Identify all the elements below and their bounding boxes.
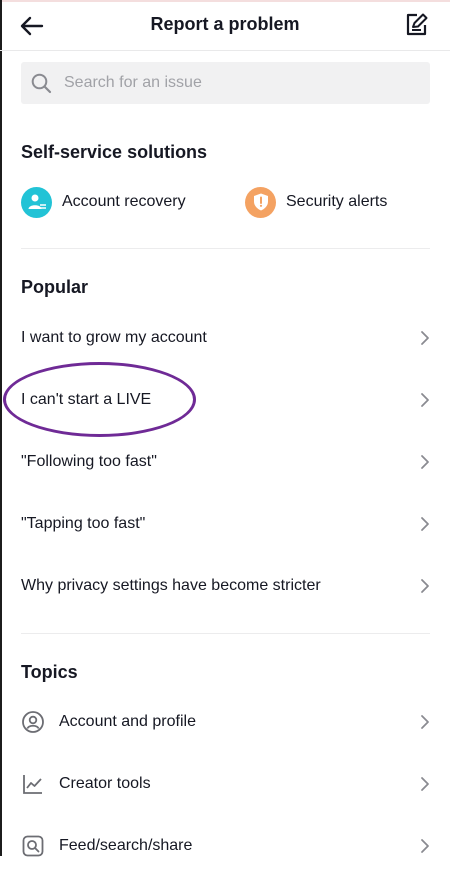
topic-item-creator-tools[interactable]: Creator tools [0,759,450,809]
popular-item-grow-account[interactable]: I want to grow my account [0,313,450,363]
chevron-right-icon [421,579,429,593]
search-input[interactable] [62,73,406,93]
edit-report-icon[interactable] [404,12,430,38]
header-divider [0,50,450,51]
account-recovery-icon [21,186,52,218]
popular-heading: Popular [21,277,89,297]
list-item-label: I want to grow my account [21,329,207,346]
security-shield-icon [245,186,276,218]
list-item-label: Why privacy settings have become stricte… [21,577,321,594]
chevron-right-icon [421,715,429,729]
section-divider [21,248,430,249]
chevron-right-icon [421,455,429,469]
user-circle-icon [22,711,44,733]
search-box-icon [22,835,44,857]
popular-item-privacy-settings[interactable]: Why privacy settings have become stricte… [0,561,450,611]
search-bar[interactable] [21,62,430,104]
popular-item-cant-start-live[interactable]: I can't start a LIVE [0,375,450,425]
account-recovery-label: Account recovery [62,193,186,210]
list-item-label: "Tapping too fast" [21,515,146,532]
chevron-right-icon [421,839,429,853]
topics-heading: Topics [21,662,78,682]
chevron-right-icon [421,777,429,791]
section-divider [21,633,430,634]
topic-item-account-and-profile[interactable]: Account and profile [0,697,450,747]
search-icon [31,73,52,94]
list-item-label: "Following too fast" [21,453,157,470]
popular-item-tapping-too-fast[interactable]: "Tapping too fast" [0,499,450,549]
list-item-label: Feed/search/share [59,837,193,854]
security-alerts-button[interactable]: Security alerts [245,186,387,218]
list-item-label: I can't start a LIVE [21,391,152,408]
self-service-heading: Self-service solutions [21,142,208,162]
chevron-right-icon [421,393,429,407]
topic-item-feed-search-share[interactable]: Feed/search/share [0,821,450,871]
popular-item-following-too-fast[interactable]: "Following too fast" [0,437,450,487]
line-chart-icon [23,775,42,794]
list-item-label: Account and profile [59,713,196,730]
header-bar: Report a problem [0,0,450,50]
chevron-right-icon [421,517,429,531]
security-alerts-label: Security alerts [286,193,388,210]
list-item-label: Creator tools [59,775,151,792]
page-title: Report a problem [150,14,300,34]
account-recovery-button[interactable]: Account recovery [21,186,186,218]
chevron-right-icon [421,331,429,345]
